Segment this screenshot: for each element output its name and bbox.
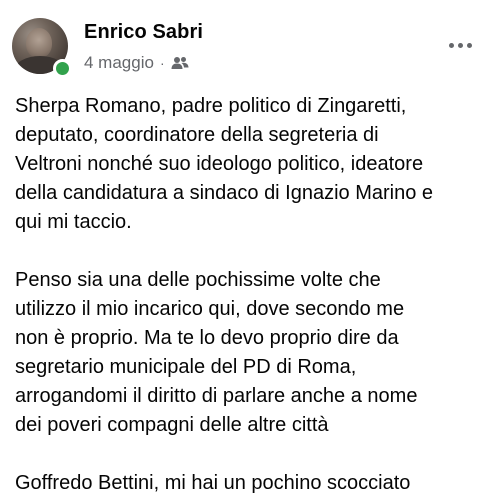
post-date[interactable]: 4 maggio — [84, 53, 154, 73]
more-horizontal-icon — [448, 42, 472, 48]
author-name[interactable]: Enrico Sabri — [84, 21, 203, 44]
post-paragraph-3: Goffredo Bettini, mi hai un pochino scoc… — [15, 472, 411, 494]
post-paragraph-2: Penso sia una delle pochissime volte che… — [15, 269, 418, 436]
author-avatar[interactable] — [12, 18, 72, 78]
friends-icon[interactable] — [171, 55, 189, 69]
post-meta: 4 maggio · — [84, 52, 189, 74]
post-text: Sherpa Romano, padre politico di Zingare… — [15, 92, 493, 498]
meta-separator: · — [159, 55, 165, 71]
post-header: Enrico Sabri 4 maggio · — [0, 0, 500, 90]
post-paragraph-1: Sherpa Romano, padre politico di Zingare… — [15, 95, 434, 233]
online-status-dot — [53, 59, 72, 78]
more-options-button[interactable] — [440, 30, 480, 60]
avatar-face — [26, 28, 52, 58]
